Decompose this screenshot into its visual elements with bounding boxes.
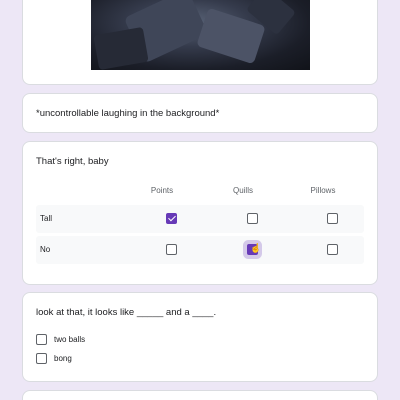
checkbox-question: look at that, it looks like _____ and a … (22, 292, 378, 382)
next-question-card (22, 390, 378, 400)
option-label: bong (54, 354, 72, 363)
hand-cursor-icon: ☝ (250, 243, 262, 253)
question-title: look at that, it looks like _____ and a … (36, 307, 217, 318)
grid-checkbox-tall-pillows[interactable] (327, 213, 338, 224)
column-header-quills: Quills (232, 186, 253, 195)
grid-checkbox-no-quills[interactable]: ☝ (247, 243, 262, 255)
grid-checkbox-no-pillows[interactable] (327, 244, 338, 255)
option-checkbox[interactable] (36, 353, 47, 364)
option-checkbox[interactable] (36, 334, 47, 345)
grid-checkbox-tall-quills[interactable] (247, 213, 258, 224)
caption-text: *uncontrollable laughing in the backgrou… (36, 108, 220, 119)
grid-checkbox-tall-points[interactable] (166, 213, 177, 224)
grid-row-tall: Tall (36, 205, 364, 233)
checkbox-grid-question: That's right, baby Points Quills Pillows… (22, 141, 378, 285)
caption-card: *uncontrollable laughing in the backgrou… (22, 93, 378, 133)
column-header-pillows: Pillows (310, 186, 336, 195)
question-title: That's right, baby (36, 156, 109, 167)
question-image (91, 0, 310, 70)
grid-row-label: No (40, 245, 51, 254)
image-card (22, 0, 378, 85)
grid-row-no: No ☝ (36, 236, 364, 264)
column-header-points: Points (150, 186, 174, 195)
grid-row-label: Tall (40, 214, 53, 223)
option-label: two balls (54, 335, 86, 344)
grid-checkbox-no-points[interactable] (166, 244, 177, 255)
